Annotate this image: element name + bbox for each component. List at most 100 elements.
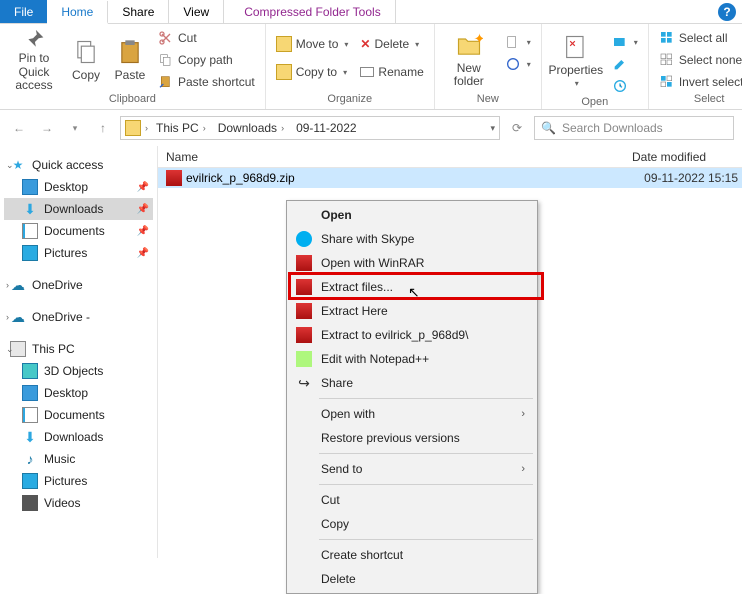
file-row[interactable]: evilrick_p_968d9.zip 09-11-2022 15:15 [158, 168, 742, 188]
ctx-open-winrar[interactable]: Open with WinRAR [289, 251, 535, 275]
invert-selection-button[interactable]: Invert selection [655, 72, 742, 92]
nav-downloads[interactable]: Downloads📌 [4, 198, 153, 220]
nav-documents-2[interactable]: Documents [4, 404, 153, 426]
nav-3d-objects[interactable]: 3D Objects [4, 360, 153, 382]
paste-icon [116, 38, 144, 66]
nav-desktop[interactable]: Desktop📌 [4, 176, 153, 198]
copy-to-label: Copy to [296, 65, 337, 79]
video-icon [22, 495, 38, 511]
pin-icon: 📌 [137, 204, 149, 215]
nav-docs2-label: Documents [44, 408, 105, 422]
ctx-shortcut[interactable]: Create shortcut [289, 543, 535, 567]
paste-button[interactable]: Paste [110, 28, 150, 92]
ctx-share[interactable]: Share [289, 371, 535, 395]
ctx-open-with[interactable]: Open with› [289, 402, 535, 426]
tab-home[interactable]: Home [47, 1, 108, 24]
nav-pictures-2[interactable]: Pictures [4, 470, 153, 492]
tab-share[interactable]: Share [108, 0, 169, 23]
chevron-right-icon: › [521, 463, 525, 475]
move-to-button[interactable]: Move to▾ [272, 34, 353, 54]
group-organize-label: Organize [272, 93, 428, 107]
nav-cube-label: 3D Objects [44, 364, 103, 378]
back-button[interactable]: ← [8, 117, 30, 139]
chevron-down-icon: ▾ [344, 40, 348, 49]
nav-downloads-2[interactable]: Downloads [4, 426, 153, 448]
nav-onedrive[interactable]: ›OneDrive [4, 274, 153, 296]
rename-button[interactable]: Rename [356, 62, 427, 82]
pin-to-quick-access-button[interactable]: Pin to Quickaccess [6, 28, 62, 92]
copy-to-button[interactable]: Copy to ▾ [272, 62, 353, 82]
search-box[interactable]: 🔍 Search Downloads [534, 116, 734, 140]
cloud-icon [10, 277, 26, 293]
ctx-send-to[interactable]: Send to› [289, 457, 535, 481]
nav-onedrive-2[interactable]: ›OneDrive - [4, 306, 153, 328]
rename-label: Rename [378, 65, 423, 79]
x-icon: ✕ [360, 37, 370, 51]
open-icon [612, 34, 628, 50]
ctx-cut[interactable]: Cut [289, 488, 535, 512]
column-date-label: Date modified [632, 150, 706, 164]
zip-icon [166, 170, 182, 186]
select-none-button[interactable]: Select none [655, 50, 742, 70]
recent-locations-button[interactable]: ▾ [64, 117, 86, 139]
edit-icon [612, 56, 628, 72]
crumb-folder[interactable]: 09-11-2022 [292, 121, 361, 135]
history-button[interactable] [608, 76, 642, 96]
nav-this-pc[interactable]: ⌄This PC [4, 338, 153, 360]
ctx-delete[interactable]: Delete [289, 567, 535, 591]
nav-videos[interactable]: Videos [4, 492, 153, 514]
ctx-open[interactable]: Open [289, 203, 535, 227]
copy-label: Copy [72, 68, 100, 82]
ctx-notepad[interactable]: Edit with Notepad++ [289, 347, 535, 371]
ctx-copy-label: Copy [321, 517, 349, 531]
address-dropdown-icon[interactable]: ▾ [490, 123, 495, 134]
new-folder-label: Newfolder [454, 62, 484, 88]
up-button[interactable]: ↑ [92, 117, 114, 139]
download-icon [22, 201, 38, 217]
column-date[interactable]: Date modified [632, 146, 742, 167]
nav-desktop-2[interactable]: Desktop [4, 382, 153, 404]
refresh-button[interactable]: ⟳ [506, 117, 528, 139]
nav-quick-access[interactable]: ⌄Quick access [4, 154, 153, 176]
new-item-button[interactable]: ▾ [501, 32, 535, 52]
nav-music[interactable]: Music [4, 448, 153, 470]
copy-button[interactable]: Copy [66, 28, 106, 92]
ctx-extract-here[interactable]: Extract Here [289, 299, 535, 323]
paste-shortcut-button[interactable]: Paste shortcut [154, 72, 259, 92]
pin-icon: 📌 [137, 182, 149, 193]
invert-label: Invert selection [679, 75, 742, 89]
chevron-down-icon: ▾ [343, 68, 347, 77]
pin-icon: 📌 [137, 248, 149, 259]
forward-button[interactable]: → [36, 117, 58, 139]
address-bar[interactable]: › This PC› Downloads› 09-11-2022 ▾ [120, 116, 500, 140]
new-folder-button[interactable]: ✦ Newfolder [441, 28, 497, 92]
select-all-button[interactable]: Select all [655, 28, 742, 48]
copy-path-button[interactable]: Copy path [154, 50, 259, 70]
context-menu: Open Share with Skype Open with WinRAR E… [286, 200, 538, 594]
ctx-extract-files[interactable]: Extract files... [289, 275, 535, 299]
nav-documents[interactable]: Documents📌 [4, 220, 153, 242]
open-button[interactable]: ▾ [608, 32, 642, 52]
desktop-icon [22, 179, 38, 195]
properties-button[interactable]: Properties ▾ [548, 28, 604, 92]
edit-button[interactable] [608, 54, 642, 74]
ctx-skype[interactable]: Share with Skype [289, 227, 535, 251]
tab-file[interactable]: File [0, 0, 47, 23]
ctx-shortcut-label: Create shortcut [321, 548, 403, 562]
cut-button[interactable]: Cut [154, 28, 259, 48]
new-folder-icon: ✦ [455, 32, 483, 60]
winrar-icon [296, 327, 312, 343]
ctx-copy[interactable]: Copy [289, 512, 535, 536]
copy-icon [72, 38, 100, 66]
ctx-restore[interactable]: Restore previous versions [289, 426, 535, 450]
tab-compressed-tools[interactable]: Compressed Folder Tools [230, 0, 396, 23]
crumb-downloads[interactable]: Downloads› [214, 121, 288, 135]
tab-view[interactable]: View [169, 0, 224, 23]
nav-pictures[interactable]: Pictures📌 [4, 242, 153, 264]
easy-access-button[interactable]: ▾ [501, 54, 535, 74]
crumb-this-pc[interactable]: This PC› [152, 121, 210, 135]
delete-button[interactable]: ✕Delete▾ [356, 34, 427, 54]
ctx-extract-to[interactable]: Extract to evilrick_p_968d9\ [289, 323, 535, 347]
help-icon[interactable]: ? [718, 3, 736, 21]
column-name[interactable]: Name [158, 146, 632, 167]
